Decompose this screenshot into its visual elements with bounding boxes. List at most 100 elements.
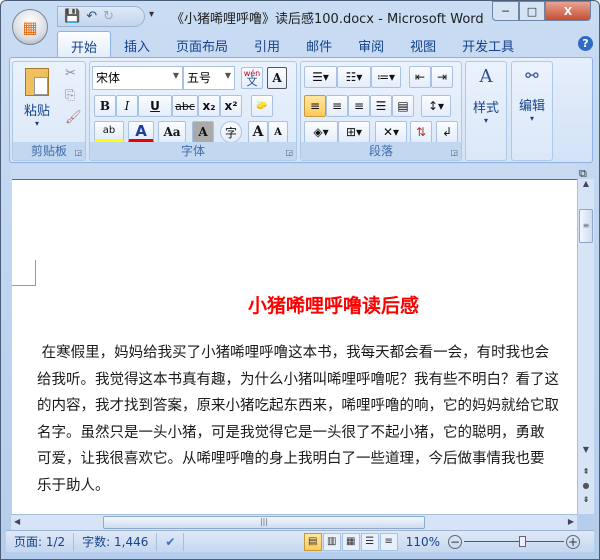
customize-qat-button[interactable]: ▾: [149, 9, 154, 20]
quick-access-toolbar: 💾 ↶ ↻: [57, 6, 145, 27]
distributed-button[interactable]: ▤: [392, 95, 414, 117]
styles-button[interactable]: A 样式 ▾: [470, 66, 502, 125]
show-marks-button[interactable]: ↲: [436, 121, 458, 143]
font-name-combo[interactable]: 宋体 ▼: [92, 66, 183, 90]
document-page[interactable]: 小猪唏哩呼噜读后感 在寒假里，妈妈给我买了小猪唏哩呼噜这本书，我每天都会看一会，…: [12, 179, 578, 514]
horizontal-scrollbar[interactable]: ◀ ||| ▶: [11, 514, 577, 530]
format-painter-icon[interactable]: 🖌: [65, 110, 82, 125]
save-icon[interactable]: 💾: [64, 9, 80, 24]
superscript-button[interactable]: x²: [220, 95, 242, 117]
font-group-label: 字体: [90, 142, 296, 160]
zoom-slider[interactable]: [462, 535, 566, 549]
dialog-launcher-icon[interactable]: ◲: [74, 148, 82, 157]
scroll-thumb[interactable]: |||: [103, 516, 425, 529]
decrease-indent-button[interactable]: ⇤: [409, 66, 431, 88]
font-color-button[interactable]: A: [128, 121, 154, 143]
line-spacing-button[interactable]: ↕▾: [421, 95, 451, 117]
body-line: 乐于助人。: [37, 477, 110, 494]
sort-button[interactable]: ⇅: [410, 121, 432, 143]
outline-view-icon[interactable]: ☰: [360, 532, 379, 551]
editing-button[interactable]: ⚯ 编辑 ▾: [516, 66, 548, 123]
tab-review[interactable]: 审阅: [345, 31, 397, 57]
justify-button[interactable]: ☰: [370, 95, 392, 117]
zoom-level[interactable]: 110%: [406, 535, 440, 549]
borders-button[interactable]: ⊞▾: [338, 121, 370, 143]
page-count[interactable]: 页面: 1/2: [6, 532, 75, 551]
editing-group[interactable]: ⚯ 编辑 ▾: [511, 61, 553, 161]
undo-icon[interactable]: ↶: [86, 9, 97, 24]
underline-button[interactable]: U: [138, 95, 172, 117]
asian-layout-button[interactable]: ✕▾: [375, 121, 407, 143]
close-button[interactable]: X: [545, 1, 591, 21]
document-area: 小猪唏哩呼噜读后感 在寒假里，妈妈给我买了小猪唏哩呼噜这本书，我每天都会看一会，…: [11, 164, 578, 514]
character-shading-button[interactable]: A: [192, 121, 214, 143]
print-layout-view-icon[interactable]: ▤: [303, 532, 322, 551]
italic-button[interactable]: I: [116, 95, 138, 117]
tab-developer[interactable]: 开发工具: [449, 31, 527, 57]
tab-insert[interactable]: 插入: [111, 31, 163, 57]
bold-button[interactable]: B: [94, 95, 116, 117]
highlight-button[interactable]: ab: [94, 121, 124, 143]
cut-icon[interactable]: ✂: [65, 66, 76, 81]
tab-mailings[interactable]: 邮件: [293, 31, 345, 57]
enclose-characters-button[interactable]: 字: [220, 121, 242, 143]
web-layout-icon[interactable]: ▦: [341, 532, 360, 551]
word-count[interactable]: 字数: 1,446: [74, 532, 158, 551]
zoom-in-icon[interactable]: +: [566, 534, 580, 549]
font-size-combo[interactable]: 五号 ▼: [183, 66, 235, 90]
office-button[interactable]: ▦: [12, 9, 48, 45]
character-border-button[interactable]: A: [267, 67, 287, 89]
paste-button[interactable]: 粘贴 ▾: [17, 66, 57, 134]
body-line: 的内容，我才找到答案，原来小猪吃起东西来，唏哩呼噜的响，它的妈妈就给它取: [37, 398, 559, 414]
tab-home[interactable]: 开始: [57, 31, 112, 57]
shading-button[interactable]: ◈▾: [304, 121, 338, 143]
multilevel-list-button[interactable]: ≔▾: [371, 66, 401, 88]
document-title: 小猪唏哩呼噜读后感: [248, 295, 420, 317]
align-right-button[interactable]: ≡: [348, 95, 370, 117]
dialog-launcher-icon[interactable]: ◲: [285, 148, 293, 157]
tab-page-layout[interactable]: 页面布局: [163, 31, 241, 57]
proofing-icon[interactable]: ✔: [157, 532, 185, 551]
vertical-scrollbar[interactable]: ▲ ≡ ▼ ⇞ ● ⇟: [577, 179, 594, 514]
phonetic-guide-button[interactable]: wén 文: [241, 67, 263, 89]
tab-references[interactable]: 引用: [241, 31, 293, 57]
align-center-button[interactable]: ≡: [326, 95, 348, 117]
scroll-down-icon[interactable]: ▼: [578, 445, 594, 454]
scroll-left-icon[interactable]: ◀: [14, 517, 20, 526]
change-case-button[interactable]: Aa: [158, 121, 186, 143]
scroll-right-icon[interactable]: ▶: [568, 517, 574, 526]
next-page-icon[interactable]: ⇟: [578, 495, 594, 504]
scroll-thumb[interactable]: ≡: [579, 209, 593, 243]
maximize-button[interactable]: □: [519, 1, 545, 21]
styles-group[interactable]: A 样式 ▾: [465, 61, 507, 161]
copy-icon[interactable]: ⎘: [65, 88, 75, 103]
word-window: ▦ 💾 ↶ ↻ ▾ 《小猪唏哩呼噜》读后感100.docx - Microsof…: [0, 0, 600, 560]
numbering-button[interactable]: ☷▾: [337, 66, 371, 88]
editing-label: 编辑: [518, 99, 545, 114]
align-left-button[interactable]: ≡: [304, 95, 326, 117]
browse-object-icon[interactable]: ●: [578, 481, 594, 490]
increase-indent-button[interactable]: ⇥: [431, 66, 453, 88]
chevron-down-icon: ▾: [483, 116, 488, 125]
zoom-slider-thumb[interactable]: [519, 535, 526, 547]
scroll-up-icon[interactable]: ▲: [578, 179, 594, 188]
title-bar: ▦ 💾 ↶ ↻ ▾ 《小猪唏哩呼噜》读后感100.docx - Microsof…: [1, 1, 599, 45]
minimize-button[interactable]: ─: [492, 1, 519, 21]
chevron-down-icon: ▼: [172, 71, 179, 80]
help-icon[interactable]: ?: [578, 36, 593, 51]
strikethrough-button[interactable]: abc: [172, 95, 198, 117]
subscript-button[interactable]: x₂: [198, 95, 220, 117]
grow-font-button[interactable]: A: [248, 121, 268, 143]
clear-formatting-button[interactable]: 🧽: [251, 95, 273, 117]
binoculars-icon: ⚯: [525, 66, 539, 85]
tab-view[interactable]: 视图: [397, 31, 449, 57]
dialog-launcher-icon[interactable]: ◲: [450, 148, 458, 157]
document-body: 在寒假里，妈妈给我买了小猪唏哩呼噜这本书，我每天都会看一会，有时我也会 给我听。…: [37, 340, 578, 499]
full-screen-reading-icon[interactable]: ▥: [322, 532, 341, 551]
redo-icon[interactable]: ↻: [103, 9, 114, 24]
previous-page-icon[interactable]: ⇞: [578, 467, 594, 476]
shrink-font-button[interactable]: A: [268, 121, 288, 143]
draft-view-icon[interactable]: ≡: [379, 532, 398, 551]
bullets-button[interactable]: ☰▾: [304, 66, 337, 88]
zoom-out-icon[interactable]: −: [448, 534, 462, 549]
